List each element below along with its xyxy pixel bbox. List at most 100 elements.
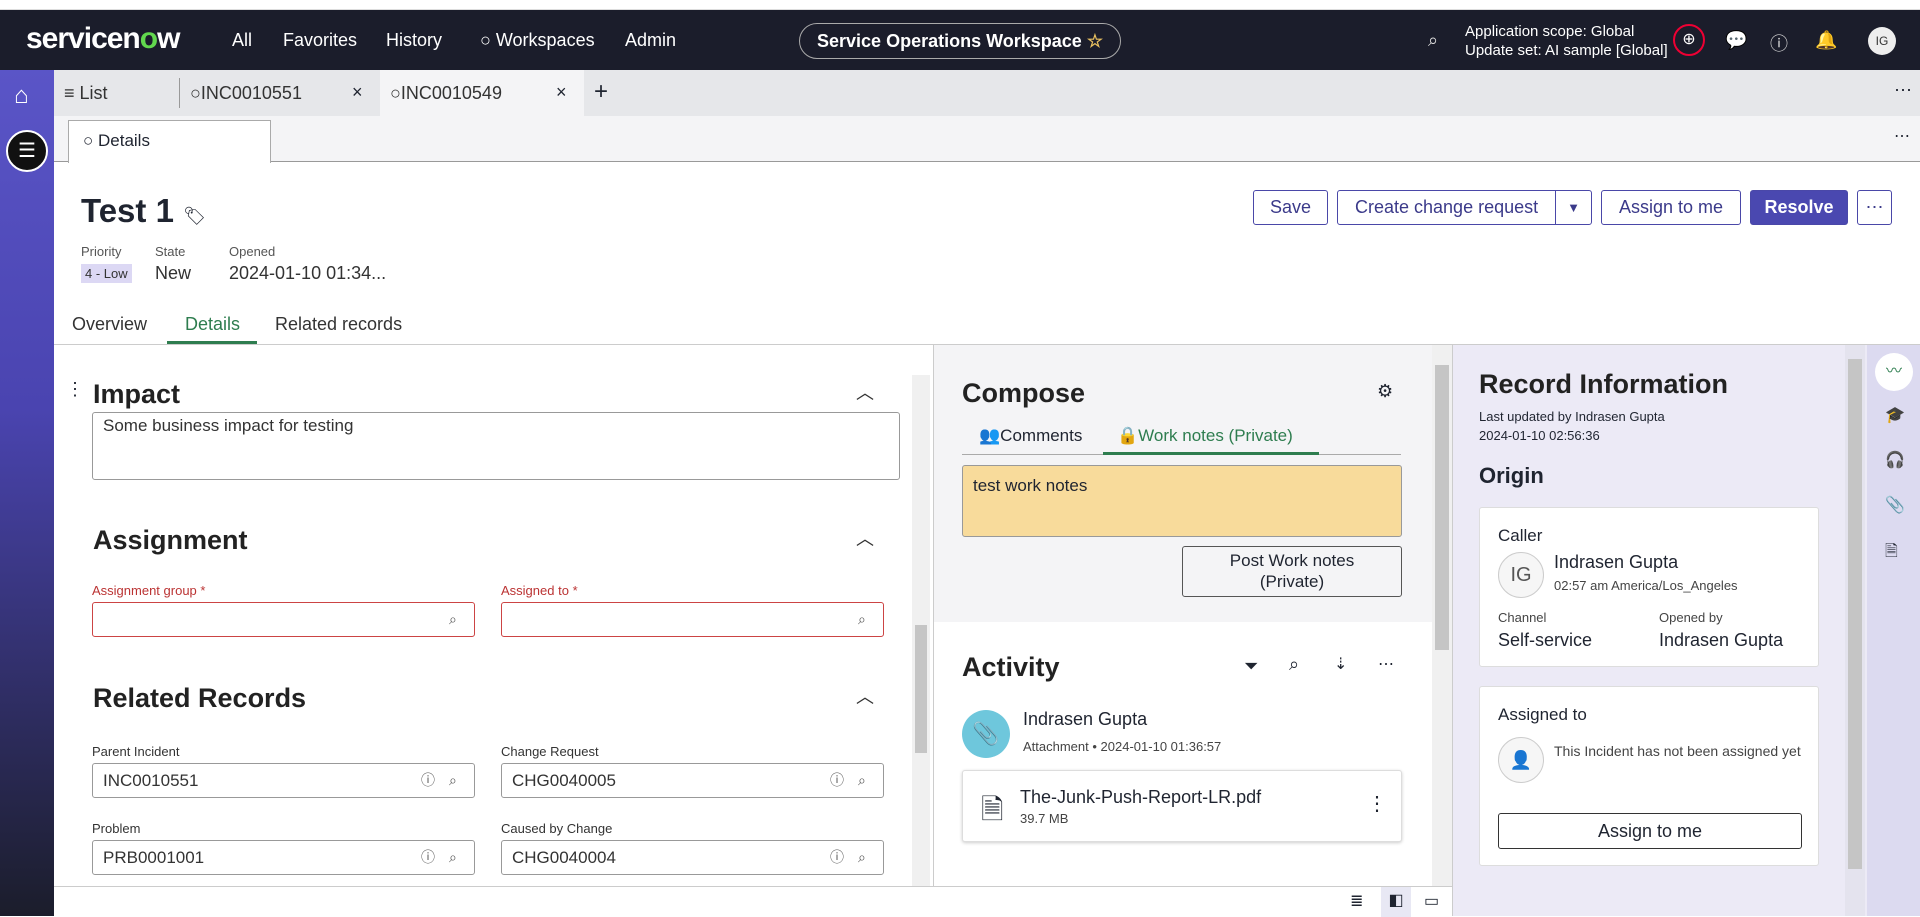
nav-workspaces[interactable]: ○ Workspaces bbox=[480, 30, 595, 51]
tab-details[interactable]: Details bbox=[185, 314, 240, 335]
tab-label: Comments bbox=[1000, 426, 1083, 445]
filter-icon[interactable]: ⏷ bbox=[1244, 656, 1258, 677]
settings-sliders-icon[interactable]: ⚙ bbox=[1377, 381, 1393, 402]
more-icon[interactable]: ⋯ bbox=[1378, 654, 1394, 674]
search-icon[interactable]: ⌕ bbox=[1289, 654, 1299, 675]
scroll-thumb[interactable] bbox=[1435, 365, 1449, 650]
post-work-notes-button[interactable]: Post Work notes (Private) bbox=[1182, 546, 1402, 597]
create-change-request-button[interactable]: Create change request ▼ bbox=[1337, 190, 1592, 225]
close-icon[interactable]: × bbox=[556, 82, 567, 103]
assign-to-me-button[interactable]: Assign to me bbox=[1498, 813, 1802, 849]
tab-inc0010549[interactable]: ○INC0010549 bbox=[380, 70, 584, 116]
assignment-group-input[interactable]: ⌕ bbox=[92, 602, 475, 637]
more-icon[interactable]: ⋯ bbox=[1894, 126, 1910, 146]
close-icon[interactable]: × bbox=[352, 82, 363, 103]
bell-icon[interactable]: 🔔 bbox=[1815, 30, 1837, 51]
caller-name[interactable]: Indrasen Gupta bbox=[1554, 552, 1678, 573]
search-icon[interactable]: ⌕ bbox=[858, 841, 866, 874]
search-icon[interactable]: ⌕ bbox=[858, 603, 866, 636]
scrollbar[interactable] bbox=[1432, 345, 1452, 886]
impact-textarea[interactable]: Some business impact for testing bbox=[92, 412, 900, 480]
headset-icon[interactable]: 🎧 bbox=[1885, 450, 1905, 470]
nav-all[interactable]: All bbox=[232, 30, 252, 51]
paperclip-icon[interactable]: 📎 bbox=[1885, 495, 1905, 515]
workspace-pill[interactable]: Service Operations Workspace ☆ bbox=[799, 23, 1121, 59]
info-icon[interactable]: ⓘ bbox=[421, 764, 435, 797]
work-notes-textarea[interactable]: test work notes bbox=[962, 465, 1402, 537]
opened-by-label: Opened by bbox=[1659, 610, 1723, 625]
related-records-heading: Related Records bbox=[93, 683, 307, 713]
tab-related-records[interactable]: Related records bbox=[275, 314, 402, 335]
assigned-to-input[interactable]: ⌕ bbox=[501, 602, 884, 637]
nav-favorites[interactable]: Favorites bbox=[283, 30, 357, 51]
problem-label: Problem bbox=[92, 821, 141, 836]
activity-pulse-icon[interactable]: 〰 bbox=[1875, 353, 1913, 391]
info-icon[interactable]: ⓘ bbox=[830, 841, 844, 874]
search-icon[interactable]: ⌕ bbox=[858, 764, 866, 797]
split-layout-icon[interactable]: ◧ bbox=[1381, 887, 1411, 917]
tab-overview[interactable]: Overview bbox=[72, 314, 147, 335]
left-rail: ⌂ ☰ bbox=[0, 70, 54, 916]
scroll-thumb[interactable] bbox=[915, 625, 927, 753]
tab-list[interactable]: ≡ List bbox=[54, 70, 108, 116]
chat-icon[interactable]: 💬 bbox=[1725, 30, 1747, 51]
document-icon[interactable]: 🗎 bbox=[1885, 540, 1898, 567]
search-icon[interactable]: ⌕ bbox=[449, 841, 457, 874]
home-icon[interactable]: ⌂ bbox=[14, 82, 29, 110]
tab-comments[interactable]: 👥Comments bbox=[979, 426, 1082, 446]
more-actions-button[interactable]: ⋯ bbox=[1857, 190, 1892, 225]
assign-to-me-button[interactable]: Assign to me bbox=[1601, 190, 1741, 225]
search-icon[interactable]: ⌕ bbox=[449, 603, 457, 636]
field-value: INC0010551 bbox=[103, 771, 199, 790]
scrollbar[interactable] bbox=[1845, 345, 1865, 916]
caused-by-change-input[interactable]: CHG0040004 ⓘ ⌕ bbox=[501, 840, 884, 875]
list-layout-icon[interactable]: ≣ bbox=[1350, 891, 1363, 911]
scroll-thumb[interactable] bbox=[1848, 359, 1862, 869]
attachment-card[interactable]: 🗎 The-Junk-Push-Report-LR.pdf 39.7 MB ⋮ bbox=[962, 770, 1402, 842]
nav-history[interactable]: History bbox=[386, 30, 442, 51]
collapse-icon[interactable]: ︿ bbox=[856, 525, 874, 551]
create-change-label: Create change request bbox=[1355, 197, 1539, 217]
file-name[interactable]: The-Junk-Push-Report-LR.pdf bbox=[1020, 787, 1261, 808]
list-icon[interactable]: ☰ bbox=[6, 130, 48, 172]
kebab-menu-icon[interactable]: ⋮ bbox=[1367, 791, 1387, 816]
search-icon[interactable]: ⌕ bbox=[1428, 30, 1438, 51]
scrollbar[interactable] bbox=[912, 375, 930, 886]
parent-incident-input[interactable]: INC0010551 ⓘ ⌕ bbox=[92, 763, 475, 798]
caller-avatar[interactable]: IG bbox=[1498, 552, 1544, 598]
add-tab-icon[interactable]: + bbox=[594, 78, 608, 106]
activity-time: 2024-01-10 01:36:57 bbox=[1100, 739, 1222, 754]
graduation-cap-icon[interactable]: 🎓 bbox=[1885, 405, 1905, 425]
subtab-details[interactable]: ○ Details bbox=[68, 120, 271, 163]
change-request-input[interactable]: CHG0040005 ⓘ ⌕ bbox=[501, 763, 884, 798]
opened-label: Opened bbox=[229, 244, 276, 259]
help-icon[interactable]: ⓘ bbox=[1770, 30, 1788, 56]
search-icon[interactable]: ⌕ bbox=[449, 764, 457, 797]
opened-value: 2024-01-10 01:34... bbox=[229, 263, 387, 283]
last-updated: Last updated by Indrasen Gupta bbox=[1479, 409, 1665, 424]
drag-handle-icon[interactable]: ⋮ bbox=[66, 379, 84, 400]
save-button[interactable]: Save bbox=[1253, 190, 1328, 225]
sort-icon[interactable]: ⇣ bbox=[1334, 654, 1347, 674]
more-icon[interactable]: ⋯ bbox=[1894, 80, 1912, 101]
problem-input[interactable]: PRB0001001 ⓘ ⌕ bbox=[92, 840, 475, 875]
resolve-button[interactable]: Resolve bbox=[1750, 190, 1848, 225]
tab-inc0010551[interactable]: ○INC0010551 bbox=[179, 78, 302, 108]
scope-info[interactable]: Application scope: Global Update set: AI … bbox=[1465, 22, 1668, 60]
info-icon[interactable]: ⓘ bbox=[421, 841, 435, 874]
nav-admin[interactable]: Admin bbox=[625, 30, 676, 51]
collapse-icon[interactable]: ︿ bbox=[856, 683, 874, 709]
servicenow-logo[interactable]: servicenow bbox=[26, 22, 180, 56]
star-icon[interactable]: ☆ bbox=[1087, 31, 1103, 51]
tab-work-notes[interactable]: 🔒Work notes (Private) bbox=[1103, 426, 1319, 455]
info-icon[interactable]: ⓘ bbox=[830, 764, 844, 797]
state-value: New bbox=[155, 263, 192, 283]
globe-icon[interactable]: ⊕ bbox=[1673, 24, 1705, 56]
tag-icon[interactable]: 🏷 bbox=[183, 206, 206, 226]
user-avatar[interactable]: IG bbox=[1868, 27, 1896, 55]
tab-label: INC0010551 bbox=[200, 83, 302, 103]
collapse-icon[interactable]: ︿ bbox=[856, 379, 874, 405]
chevron-down-icon[interactable]: ▼ bbox=[1555, 191, 1591, 224]
file-size: 39.7 MB bbox=[1020, 811, 1069, 826]
single-layout-icon[interactable]: ▭ bbox=[1424, 891, 1439, 911]
